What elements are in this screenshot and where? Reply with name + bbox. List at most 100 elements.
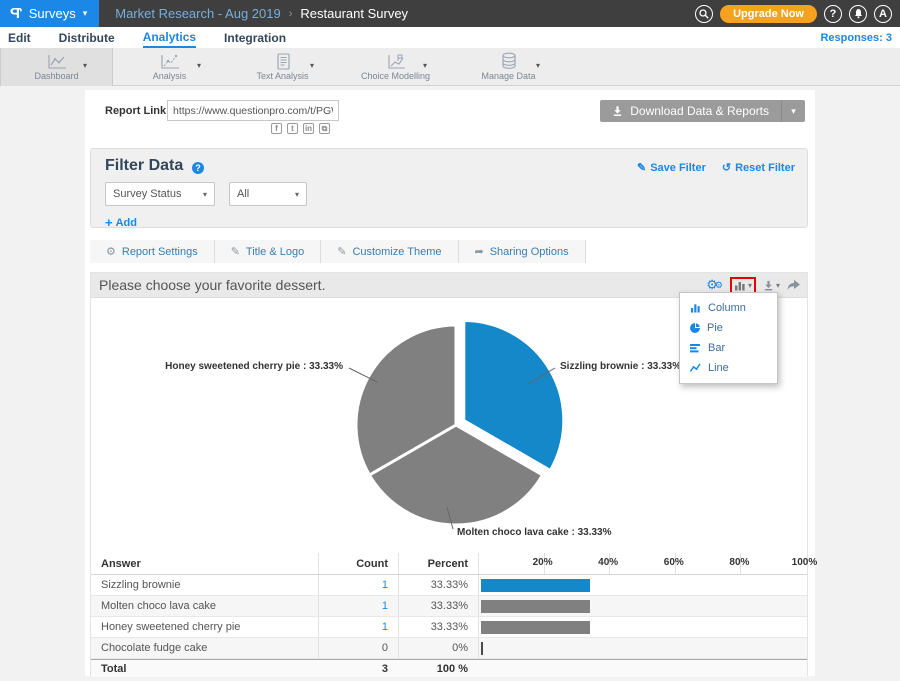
filter-value-select[interactable]: All ▾ (229, 182, 307, 206)
reset-filter-link[interactable]: ↺Reset Filter (722, 161, 795, 174)
document-icon (274, 53, 292, 70)
gear-icon: ⚙ (106, 245, 116, 258)
chevron-down-icon[interactable]: ▾ (536, 61, 540, 70)
scatter-chart-icon (159, 53, 181, 70)
tab-report-settings[interactable]: ⚙ Report Settings (90, 240, 215, 263)
save-filter-link[interactable]: ✎Save Filter (637, 161, 706, 174)
facebook-icon[interactable]: f (271, 123, 282, 134)
chart-download-button[interactable]: ▾ (763, 280, 780, 291)
share-forward-icon (787, 280, 800, 291)
scale-tick: 80% (729, 557, 749, 568)
nav-distribute[interactable]: Distribute (59, 29, 115, 47)
pie-label-molten-choco: Molten choco lava cake : 33.33% (457, 527, 612, 538)
percent-cell: 33.33% (398, 596, 478, 616)
breadcrumb-current-survey: Restaurant Survey (300, 6, 408, 21)
count-link[interactable]: 1 (382, 600, 388, 612)
subtab-label: Sharing Options (490, 246, 569, 258)
upgrade-now-button[interactable]: Upgrade Now (720, 5, 817, 23)
total-percent: 100 % (398, 660, 478, 677)
database-icon (499, 53, 519, 70)
tab-text-analysis[interactable]: Text Analysis ▾ (226, 48, 339, 86)
chart-share-button[interactable] (787, 280, 800, 291)
nav-analytics[interactable]: Analytics (143, 28, 196, 48)
tab-sharing-options[interactable]: ➦Sharing Options (459, 240, 586, 263)
filter-field-select[interactable]: Survey Status ▾ (105, 182, 215, 206)
menu-item-pie[interactable]: Pie (680, 318, 777, 338)
scale-tick: 40% (598, 557, 618, 568)
app-logo-surveys-menu[interactable]: Ƥ Surveys ▾ (0, 0, 99, 27)
share-links: f t in ⧉ (271, 123, 330, 134)
embed-icon[interactable]: ⧉ (319, 123, 330, 134)
chevron-down-icon[interactable]: ▾ (423, 61, 427, 70)
tab-label: Dashboard (34, 71, 78, 81)
col-count: Count (318, 553, 398, 574)
linkedin-icon[interactable]: in (303, 123, 314, 134)
chevron-down-icon[interactable]: ▾ (197, 61, 201, 70)
table-row: Sizzling brownie 1 33.33% (91, 575, 807, 596)
chevron-down-icon: ▾ (83, 8, 88, 19)
chart-type-button[interactable]: ▾ (730, 277, 756, 294)
bar-chart-icon (690, 343, 701, 353)
add-filter-button[interactable]: + Add (105, 215, 137, 230)
count-link[interactable]: 1 (382, 621, 388, 633)
table-header-row: Answer Count Percent 20% 40% 60% 80% 100… (91, 553, 807, 575)
breadcrumb-project-link[interactable]: Market Research - Aug 2019 (115, 6, 280, 21)
col-scale: 20% 40% 60% 80% 100% (478, 553, 807, 574)
tab-dashboard[interactable]: Dashboard ▾ (0, 48, 113, 86)
report-link-input[interactable] (167, 100, 339, 121)
answer-cell: Honey sweetened cherry pie (91, 621, 318, 633)
menu-item-label: Line (708, 362, 729, 374)
download-data-reports-button[interactable]: Download Data & Reports (600, 100, 781, 122)
product-name: Surveys (29, 6, 76, 21)
bell-icon (853, 8, 864, 19)
answer-cell: Chocolate fudge cake (91, 642, 318, 654)
tab-manage-data[interactable]: Manage Data ▾ (452, 48, 565, 86)
edit-icon: ✎ (337, 245, 346, 258)
search-button[interactable] (695, 5, 713, 23)
top-bar: Ƥ Surveys ▾ Market Research - Aug 2019 ›… (0, 0, 900, 27)
answer-bar (481, 621, 590, 634)
edit-icon: ✎ (231, 245, 240, 258)
tab-choice-modelling[interactable]: Choice Modelling ▾ (339, 48, 452, 86)
notifications-button[interactable] (849, 5, 867, 23)
gears-icon: ⚙ (706, 277, 713, 293)
chart-settings-button[interactable]: ⚙⚙ (706, 277, 723, 293)
nav-edit[interactable]: Edit (8, 29, 31, 47)
download-options-caret[interactable]: ▾ (781, 100, 805, 122)
nav-integration[interactable]: Integration (224, 29, 286, 47)
filter-help-icon[interactable]: ? (192, 162, 204, 174)
menu-item-label: Column (708, 302, 746, 314)
edit-icon: ✎ (637, 161, 646, 174)
tab-title-logo[interactable]: ✎ Title & Logo (215, 240, 322, 263)
report-subtabs: ⚙ Report Settings ✎ Title & Logo ✎Customiz… (90, 240, 586, 263)
chevron-down-icon: ▾ (748, 281, 752, 290)
analytics-toolbar: Dashboard ▾ Analysis ▾ Text Analysis ▾ C… (0, 48, 900, 86)
help-button[interactable]: ? (824, 5, 842, 23)
menu-item-line[interactable]: Line (680, 358, 777, 378)
tab-customize-theme[interactable]: ✎Customize Theme (321, 240, 458, 263)
chevron-down-icon[interactable]: ▾ (83, 61, 87, 70)
menu-item-bar[interactable]: Bar (680, 338, 777, 358)
search-icon (699, 9, 709, 19)
breadcrumb-separator: › (289, 8, 293, 20)
menu-item-column[interactable]: Column (680, 298, 777, 318)
scale-tick: 60% (664, 557, 684, 568)
col-answer: Answer (91, 558, 318, 570)
filter-data-panel: Filter Data ? ✎Save Filter ↺Reset Filter… (90, 148, 808, 228)
percent-cell: 33.33% (398, 575, 478, 595)
tab-analysis[interactable]: Analysis ▾ (113, 48, 226, 86)
chevron-down-icon[interactable]: ▾ (310, 61, 314, 70)
subtab-label: Report Settings (122, 246, 198, 258)
responses-count-link[interactable]: Responses: 3 (820, 32, 892, 44)
count-link[interactable]: 1 (382, 579, 388, 591)
filter-value-value: All (237, 188, 249, 200)
percent-cell: 33.33% (398, 617, 478, 637)
subtab-label: Title & Logo (246, 246, 304, 258)
main-nav: Edit Distribute Analytics Integration Re… (0, 27, 900, 48)
question-chart-panel: Please choose your favorite dessert. ⚙⚙ … (90, 272, 808, 676)
account-avatar[interactable]: A (874, 5, 892, 23)
breadcrumb: Market Research - Aug 2019 › Restaurant … (99, 6, 408, 21)
table-row: Chocolate fudge cake 0 0% (91, 638, 807, 659)
twitter-icon[interactable]: t (287, 123, 298, 134)
percent-cell: 0% (398, 638, 478, 658)
